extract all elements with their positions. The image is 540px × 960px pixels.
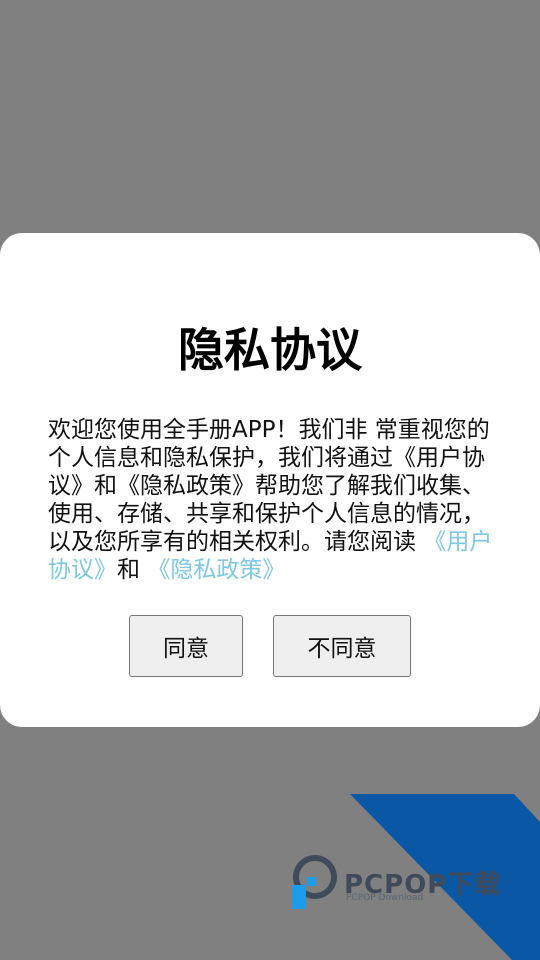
disagree-button[interactable]: 不同意	[273, 615, 411, 677]
pcpop-logo-icon	[292, 855, 337, 909]
dialog-body: 欢迎您使用全手册APP！我们非 常重视您的个人信息和隐私保护，我们将通过《用户协…	[48, 416, 496, 584]
dialog-title: 隐私协议	[178, 323, 362, 377]
body-connector: 和	[117, 557, 148, 583]
watermark-sub: PCPOP Download	[346, 893, 424, 903]
privacy-policy-link[interactable]: 《隐私政策》	[147, 557, 285, 583]
agree-button[interactable]: 同意	[129, 615, 243, 677]
